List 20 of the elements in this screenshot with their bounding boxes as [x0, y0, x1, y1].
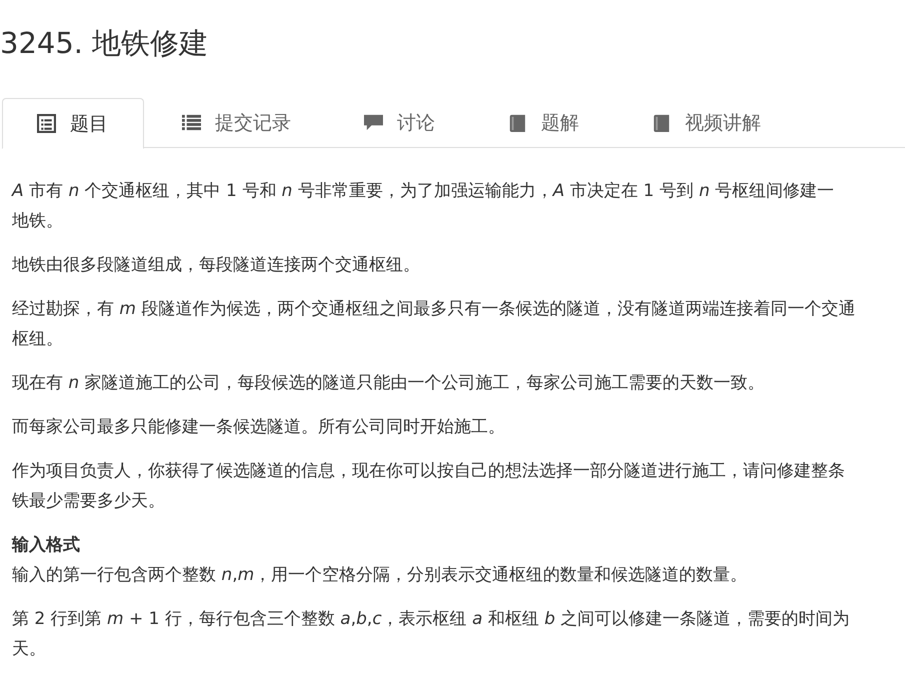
book-icon: [652, 113, 671, 132]
paragraph: 现在有 n 家隧道施工的公司，每段候选的隧道只能由一个公司施工，每家公司施工需要的天数一致。: [12, 372, 766, 395]
tab[interactable]: 视频讲解: [614, 98, 796, 148]
paragraph: 而每家公司最多只能修建一条候选隧道。所有公司同时开始施工。: [12, 416, 506, 439]
book-icon: [508, 113, 527, 132]
problem-title: 3245. 地铁修建: [0, 25, 210, 62]
paragraph: A 市有 n 个交通枢纽，其中 1 号和 n 号非常重要，为了加强运输能力，A 市决定在 1 号到 n 号枢纽间修建一 地铁。: [12, 180, 836, 233]
document-icon: [37, 114, 56, 133]
tab[interactable]: 讨论: [326, 98, 470, 148]
tab[interactable]: 题解: [470, 98, 614, 148]
tab[interactable]: 题目: [2, 98, 144, 149]
comment-icon: [364, 113, 383, 132]
paragraph: 经过勘探，有 m 段隧道作为候选，两个交通枢纽之间最多只有一条候选的隧道，没有隧道两端连接着同一个交通 枢纽。: [12, 298, 856, 351]
paragraph: 第 2 行到第 m + 1 行，每行包含三个整数 a,b,c，表示枢纽 a 和枢纽 b 之间可以修建一条隧道，需要的时间为 天。: [12, 608, 851, 661]
section-heading: 输入格式: [12, 534, 81, 557]
list-icon: [182, 113, 201, 132]
tab[interactable]: 提交记录: [144, 98, 326, 148]
paragraph: 作为项目负责人，你获得了候选隧道的信息，现在你可以按自己的想法选择一部分隧道进行施工，请问修建整条 铁最少需要多少天。: [12, 460, 846, 513]
paragraph: 地铁由很多段隧道组成，每段隧道连接两个交通枢纽。: [12, 254, 421, 277]
paragraph: 输入的第一行包含两个整数 n,m，用一个空格分隔，分别表示交通枢纽的数量和候选隧道的数量。: [12, 564, 748, 587]
